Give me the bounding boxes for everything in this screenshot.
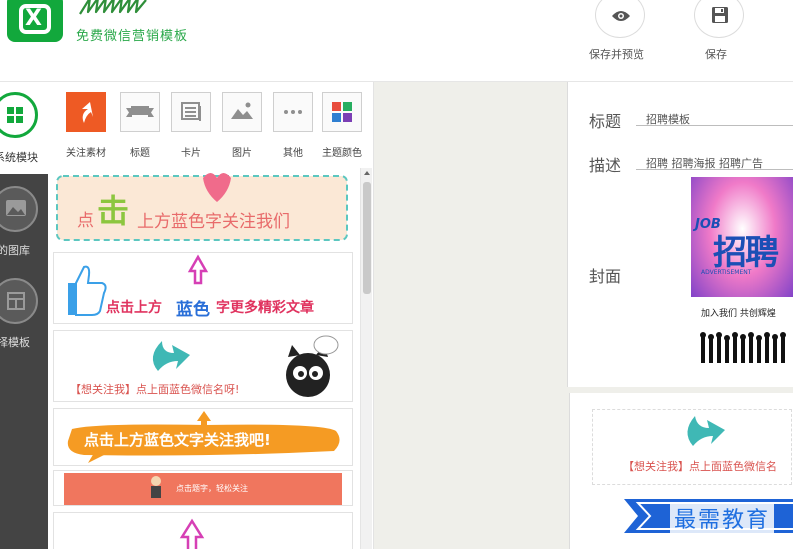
title-input-value[interactable]: 招聘模板 — [646, 111, 690, 127]
template-icon — [0, 278, 38, 324]
save-label[interactable]: 保存 — [705, 46, 727, 62]
desc-input-value[interactable]: 招聘 招聘海报 招聘广告 — [646, 155, 763, 171]
up-arrow-icon — [179, 518, 205, 549]
tool-label-other: 其他 — [283, 148, 303, 159]
scroll-thumb[interactable] — [363, 182, 371, 294]
tool-label-title: 标题 — [130, 148, 150, 159]
article-meta-panel: 标题 招聘模板 描述 招聘 招聘海报 招聘广告 封面 JOB 招聘 ADVERT… — [567, 82, 793, 387]
watermark: 最需教育 — [670, 502, 775, 534]
material-text: 上方蓝色字关注我们 — [137, 212, 290, 232]
image-icon — [222, 92, 262, 132]
tool-label-image: 图片 — [232, 148, 252, 159]
preview-text: 【想关注我】点上面蓝色微信名 — [623, 460, 777, 473]
material-card[interactable]: 点击上方蓝色文字关注我吧! — [53, 408, 353, 466]
logo-icon[interactable]: X — [7, 0, 63, 42]
material-text: 点击题字，轻松关注 — [176, 484, 248, 493]
material-text: 点击上方蓝色文字关注我吧! — [84, 431, 271, 449]
preview-block[interactable]: 【想关注我】点上面蓝色微信名 — [592, 409, 792, 485]
material-text: 蓝色 — [176, 300, 210, 320]
tool-label-theme-color: 主题颜色 — [322, 148, 362, 159]
title-label: 标题 — [589, 112, 622, 131]
picture-icon — [0, 186, 38, 232]
more-icon — [273, 92, 313, 132]
rail-label-system-modules: 系统模块 — [0, 151, 38, 164]
rail-label-my-gallery: 我的图库 — [0, 244, 30, 257]
scroll-up-icon[interactable] — [364, 171, 370, 175]
material-text: 点 — [77, 211, 94, 231]
cover-text: ADVERTISEMENT — [701, 269, 752, 276]
brand-subtitle: 免费微信营销模板 — [76, 29, 189, 44]
tool-label-card: 卡片 — [181, 148, 201, 159]
editor-pane: 标题 招聘模板 描述 招聘 招聘海报 招聘广告 封面 JOB 招聘 ADVERT… — [567, 82, 793, 549]
save-preview-label[interactable]: 保存并预览 — [589, 46, 644, 62]
tool-other[interactable]: 其他 — [267, 92, 319, 162]
curved-arrow-icon — [66, 92, 106, 132]
top-header: X 免费微信营销模板 保存并预览 保存 — [0, 0, 793, 82]
floppy-disk-icon — [712, 7, 728, 23]
material-card[interactable] — [53, 512, 353, 549]
card-icon — [171, 92, 211, 132]
material-list: 点 击 上方蓝色字关注我们 点击上方 蓝色 字更多精彩文章 【想关注我】点上面蓝… — [53, 170, 353, 549]
material-card[interactable]: 点击上方 蓝色 字更多精彩文章 — [53, 252, 353, 324]
material-text: 字更多精彩文章 — [216, 300, 314, 316]
save-preview-button[interactable] — [595, 0, 645, 38]
curved-arrow-icon — [687, 416, 725, 446]
material-card[interactable]: 点击题字，轻松关注 — [53, 470, 353, 506]
desc-label: 描述 — [589, 156, 622, 175]
material-panel: 关注素材 标题 卡片 图片 其他 主题颜色 点 击 上方蓝色字关注我们 点击上方… — [48, 82, 374, 549]
palette-icon — [322, 92, 362, 132]
editor-app: X 免费微信营销模板 保存并预览 保存 统模块 的图库 择模板 关注素材 标题 … — [0, 0, 793, 549]
material-text: 【想关注我】点上面蓝色微信名呀! — [70, 383, 240, 396]
rail-item-system-modules[interactable]: 系统模块 — [0, 82, 48, 174]
tool-label-follow-material: 关注素材 — [66, 148, 106, 159]
person-icon — [151, 476, 161, 498]
cover-text: 招聘 — [713, 233, 779, 273]
tool-card[interactable]: 卡片 — [165, 92, 217, 162]
eye-icon — [612, 11, 630, 21]
grid-icon — [0, 92, 38, 138]
canvas-background — [374, 82, 567, 549]
cover-label: 封面 — [589, 267, 622, 286]
rail-label-choose-template: 选择模板 — [0, 336, 30, 349]
tool-theme-color[interactable]: 主题颜色 — [316, 92, 368, 162]
material-card[interactable]: 点 击 上方蓝色字关注我们 — [53, 170, 353, 246]
tool-follow-material[interactable]: 关注素材 — [60, 92, 112, 162]
left-rail: 系统模块 我的图库 选择模板 — [0, 82, 48, 549]
brand-logotype — [79, 0, 147, 15]
cover-image[interactable]: JOB 招聘 ADVERTISEMENT 加入我们 共创辉煌 — [691, 177, 793, 367]
ribbon-icon — [120, 92, 160, 132]
tool-title[interactable]: 标题 — [114, 92, 166, 162]
cover-text: 加入我们 共创辉煌 — [701, 309, 776, 319]
material-card[interactable]: 【想关注我】点上面蓝色微信名呀! — [53, 330, 353, 402]
tool-image[interactable]: 图片 — [216, 92, 268, 162]
material-text: 击 — [97, 192, 130, 230]
save-button[interactable] — [694, 0, 744, 38]
material-text: 点击上方 — [106, 300, 162, 316]
material-scrollbar[interactable] — [360, 168, 372, 549]
